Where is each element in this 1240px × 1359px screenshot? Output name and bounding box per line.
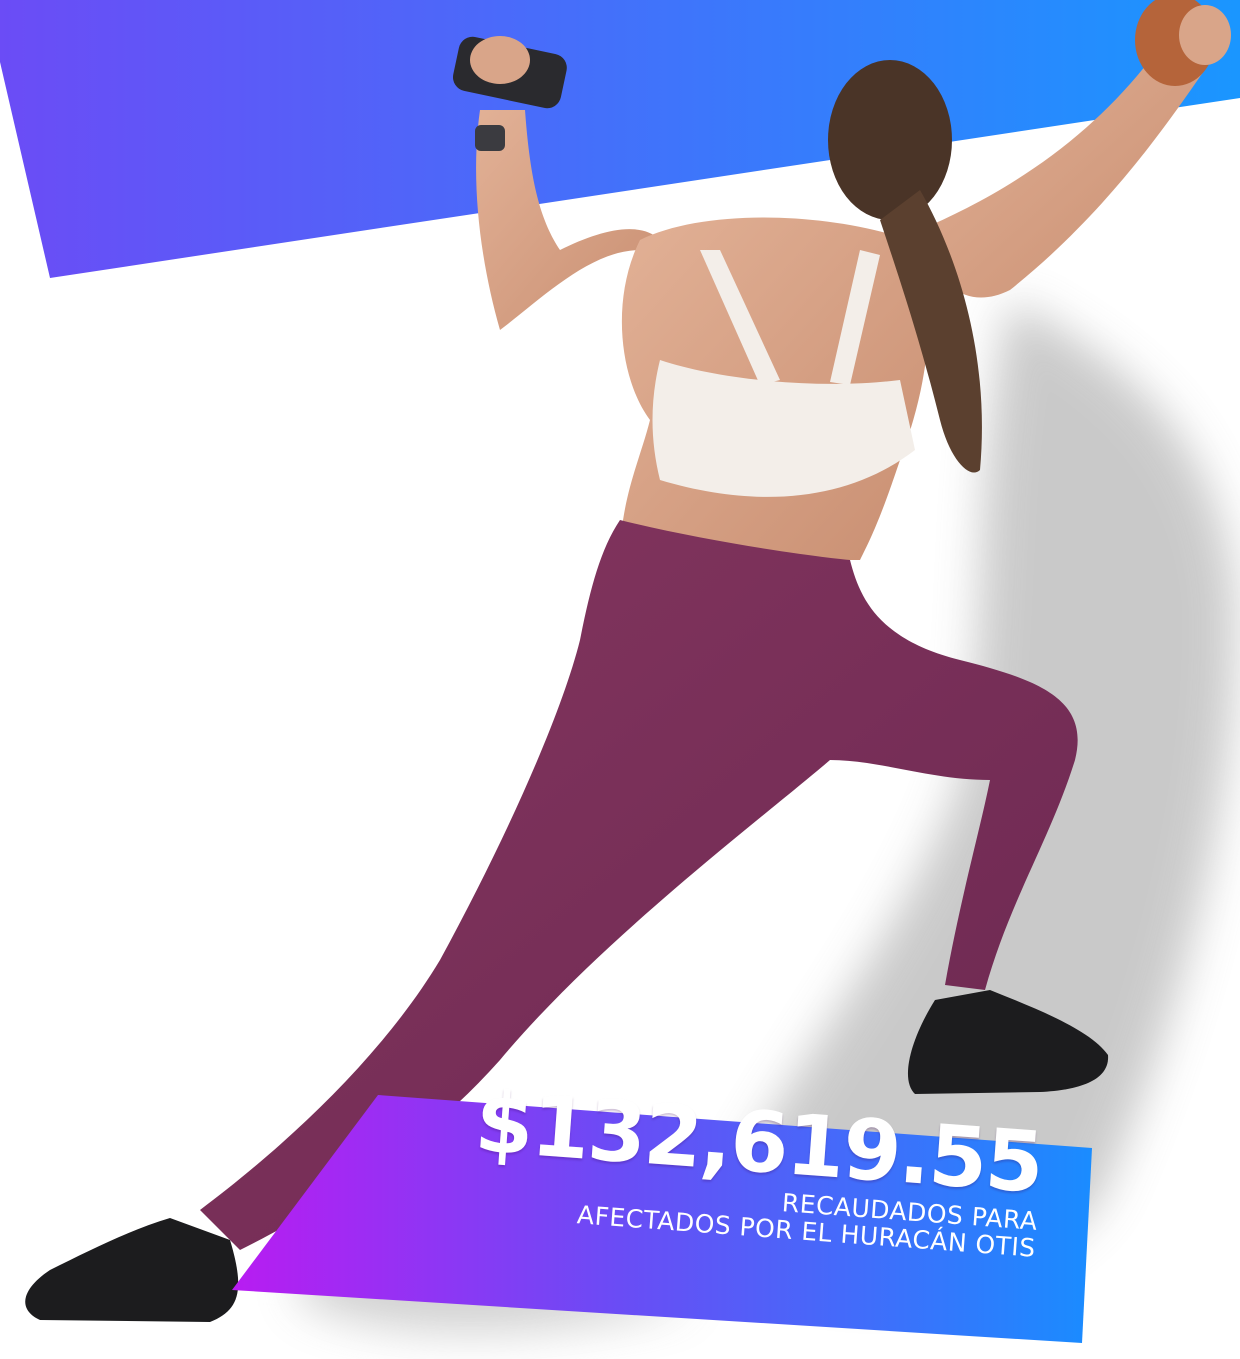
watch-icon — [475, 125, 505, 151]
left-hand — [470, 36, 530, 84]
back-shoe — [25, 1218, 239, 1322]
right-hand — [1179, 5, 1231, 65]
promo-scene — [0, 0, 1240, 1343]
head — [828, 60, 952, 220]
